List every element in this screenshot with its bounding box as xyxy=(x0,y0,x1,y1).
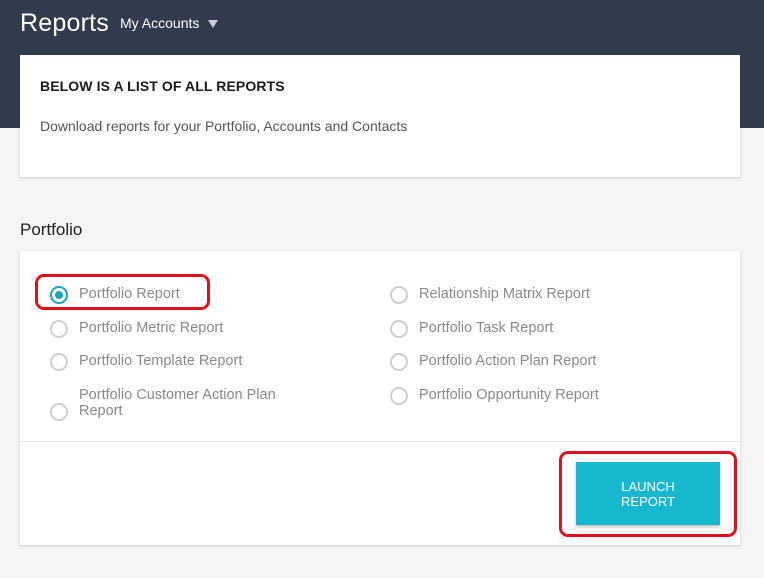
top-bar: Reports My Accounts xyxy=(0,0,764,52)
radio-label: Portfolio Template Report xyxy=(79,353,243,369)
radio-button[interactable] xyxy=(50,403,68,421)
radio-option-portfolio-customer-action-plan-report[interactable]: Portfolio Customer Action Plan Report xyxy=(50,387,319,421)
radio-label: Relationship Matrix Report xyxy=(419,286,590,302)
caret-down-icon xyxy=(208,19,219,28)
divider xyxy=(20,441,740,442)
launch-report-button[interactable]: LAUNCH REPORT xyxy=(576,462,720,525)
radio-option-portfolio-template-report[interactable]: Portfolio Template Report xyxy=(50,353,329,371)
info-subtext: Download reports for your Portfolio, Acc… xyxy=(40,118,408,134)
radio-button[interactable] xyxy=(390,387,408,405)
radio-option-portfolio-task-report[interactable]: Portfolio Task Report xyxy=(390,320,669,338)
radio-button-checked[interactable] xyxy=(50,286,68,304)
page-title: Reports xyxy=(20,9,109,37)
radio-label: Portfolio Action Plan Report xyxy=(419,353,597,369)
radio-label: Portfolio Task Report xyxy=(419,320,554,336)
radio-label: Portfolio Metric Report xyxy=(79,320,224,336)
radio-button[interactable] xyxy=(390,286,408,304)
info-card: BELOW IS A LIST OF ALL REPORTS Download … xyxy=(20,55,740,177)
radio-button[interactable] xyxy=(50,353,68,371)
radio-label: Portfolio Customer Action Plan Report xyxy=(79,387,276,419)
account-selector[interactable]: My Accounts xyxy=(120,15,219,31)
radio-label: Portfolio Report xyxy=(79,286,180,302)
account-selector-label: My Accounts xyxy=(120,15,200,31)
radio-button[interactable] xyxy=(390,320,408,338)
radio-option-portfolio-action-plan-report[interactable]: Portfolio Action Plan Report xyxy=(390,353,669,371)
radio-option-relationship-matrix-report[interactable]: Relationship Matrix Report xyxy=(390,286,669,304)
radio-button[interactable] xyxy=(50,320,68,338)
radio-option-portfolio-report[interactable]: Portfolio Report xyxy=(50,286,329,304)
radio-label: Portfolio Opportunity Report xyxy=(419,387,599,403)
section-title-portfolio: Portfolio xyxy=(20,220,83,239)
radio-button[interactable] xyxy=(390,353,408,371)
radio-option-portfolio-opportunity-report[interactable]: Portfolio Opportunity Report xyxy=(390,387,669,405)
info-heading: BELOW IS A LIST OF ALL REPORTS xyxy=(40,78,285,94)
radio-option-portfolio-metric-report[interactable]: Portfolio Metric Report xyxy=(50,320,329,338)
portfolio-report-card: Portfolio Report Portfolio Metric Report… xyxy=(20,251,740,545)
